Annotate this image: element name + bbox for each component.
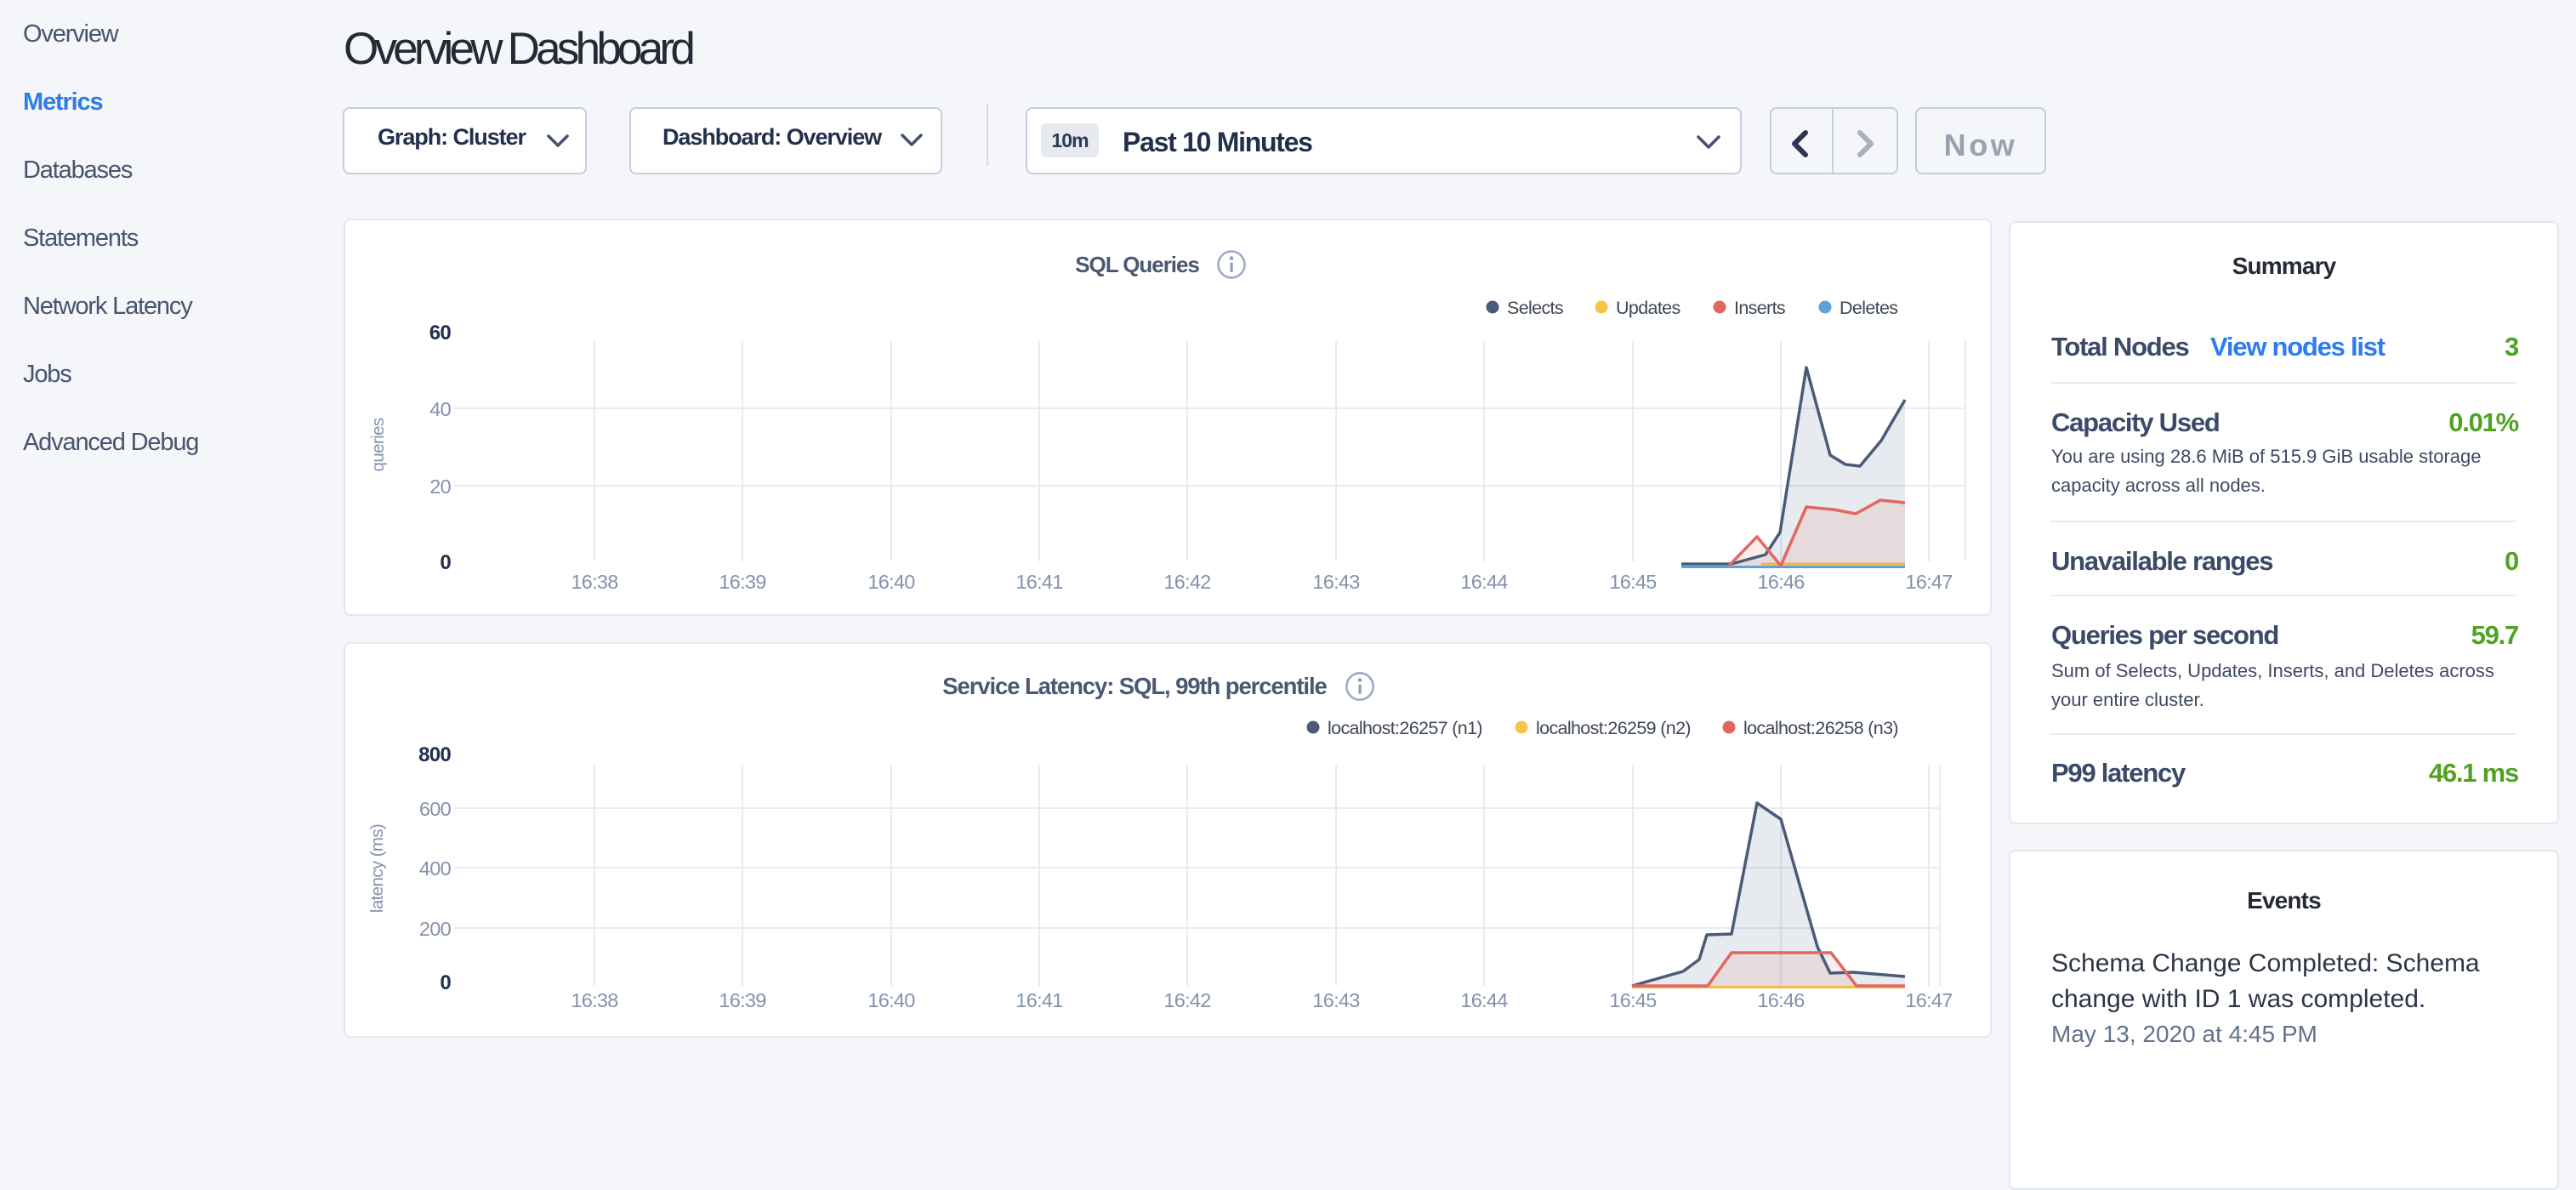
svg-text:16:42: 16:42	[1163, 571, 1210, 593]
svg-text:40: 40	[429, 398, 451, 420]
svg-text:16:46: 16:46	[1757, 571, 1805, 593]
svg-text:400: 400	[419, 857, 452, 880]
svg-text:localhost:26257 (n1): localhost:26257 (n1)	[1328, 718, 1482, 738]
svg-text:Service Latency: SQL, 99th per: Service Latency: SQL, 99th percentile	[942, 673, 1327, 699]
svg-text:latency (ms): latency (ms)	[367, 824, 387, 913]
svg-text:16:39: 16:39	[719, 989, 765, 1011]
svg-text:16:38: 16:38	[571, 571, 618, 593]
svg-text:SQL Queries: SQL Queries	[1075, 252, 1199, 277]
svg-text:16:47: 16:47	[1905, 989, 1952, 1011]
svg-text:800: 800	[418, 743, 451, 766]
svg-text:16:45: 16:45	[1609, 989, 1657, 1011]
svg-text:queries: queries	[368, 418, 388, 471]
svg-text:16:47: 16:47	[1905, 571, 1952, 593]
svg-text:16:44: 16:44	[1460, 989, 1508, 1011]
svg-text:Selects: Selects	[1507, 298, 1563, 318]
svg-text:0: 0	[440, 551, 451, 574]
svg-text:localhost:26259 (n2): localhost:26259 (n2)	[1536, 718, 1691, 738]
svg-text:16:40: 16:40	[867, 571, 915, 593]
svg-text:16:43: 16:43	[1312, 989, 1360, 1011]
svg-text:Inserts: Inserts	[1734, 298, 1785, 318]
svg-text:16:38: 16:38	[571, 989, 618, 1011]
svg-text:16:40: 16:40	[867, 989, 915, 1011]
svg-text:600: 600	[419, 798, 452, 820]
svg-text:16:46: 16:46	[1757, 989, 1805, 1011]
svg-text:200: 200	[419, 918, 452, 940]
svg-text:Updates: Updates	[1616, 298, 1680, 318]
svg-text:16:39: 16:39	[719, 571, 765, 593]
svg-text:60: 60	[429, 322, 452, 344]
svg-text:16:41: 16:41	[1015, 989, 1062, 1011]
svg-text:16:42: 16:42	[1163, 989, 1210, 1011]
svg-text:localhost:26258 (n3): localhost:26258 (n3)	[1743, 718, 1898, 738]
svg-text:16:44: 16:44	[1460, 571, 1508, 593]
svg-text:16:43: 16:43	[1312, 571, 1360, 593]
svg-text:0: 0	[440, 971, 451, 994]
svg-text:20: 20	[429, 475, 451, 498]
svg-text:16:41: 16:41	[1015, 571, 1062, 593]
svg-text:16:45: 16:45	[1609, 571, 1657, 593]
svg-text:Deletes: Deletes	[1840, 298, 1897, 318]
